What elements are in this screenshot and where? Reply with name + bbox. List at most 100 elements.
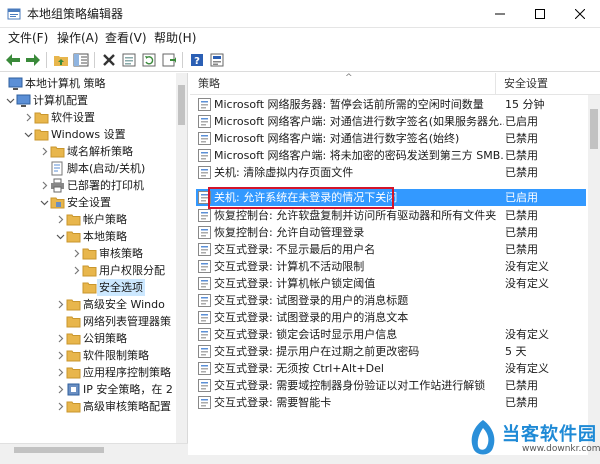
table-row[interactable]: 恢复控制台: 允许自动管理登录 已禁用 [196,224,586,241]
policy-setting-icon [198,362,211,375]
title-bar: 本地组策略编辑器 [0,0,600,28]
policy-value: 已禁用 [505,379,538,392]
maximize-button[interactable] [520,0,560,28]
column-header-policy[interactable]: 策略 [198,77,220,91]
table-row[interactable]: 交互式登录: 需要智能卡 已禁用 [196,394,586,411]
chevron-right-icon[interactable] [40,147,49,156]
menu-action[interactable]: 操作(A) [57,30,99,46]
policy-setting-icon [198,209,211,222]
delete-icon [103,54,115,66]
delete-button[interactable] [100,51,118,69]
tree-node-label: 高级审核策略配置 [83,400,171,413]
table-row[interactable]: 恢复控制台: 允许软盘复制并访问所有驱动器和所有文件夹 已禁用 [196,207,586,224]
folder-icon [66,367,81,379]
app-icon [7,8,21,20]
up-folder-button[interactable] [52,51,70,69]
policy-value: 没有定义 [505,362,549,375]
tree-vertical-scrollbar[interactable] [176,73,187,443]
table-row[interactable]: Microsoft 网络客户端: 对通信进行数字签名(始终) 已禁用 [196,130,586,147]
policy-name: 交互式登录: 需要智能卡 [214,396,332,409]
minimize-icon [495,13,505,15]
policy-setting-icon [198,277,211,290]
table-row[interactable]: 交互式登录: 提示用户在过期之前更改密码 5 天 [196,343,586,360]
chevron-right-icon[interactable] [56,402,65,411]
policy-setting-icon [198,98,211,111]
chevron-right-icon[interactable] [40,181,49,190]
column-divider[interactable] [495,73,496,95]
table-row[interactable]: 交互式登录: 无须按 Ctrl+Alt+Del 没有定义 [196,360,586,377]
show-hide-tree-button[interactable] [72,51,90,69]
table-row[interactable]: Microsoft 网络服务器: 暂停会话前所需的空闲时间数量 15 分钟 [196,96,586,113]
policy-value: 已禁用 [505,243,538,256]
properties-button[interactable] [120,51,138,69]
ip-security-icon [67,383,80,396]
tree-horizontal-scrollbar[interactable] [0,443,188,455]
chevron-down-icon[interactable] [40,198,49,207]
refresh-button[interactable] [140,51,158,69]
policy-list: 策略 ^ 安全设置 Microsoft 网络服务器: 暂停会话前所需的空闲时间数… [190,73,600,455]
menu-view[interactable]: 查看(V) [105,30,147,46]
up-folder-icon [54,56,68,66]
list-vertical-scrollbar[interactable] [588,95,600,455]
folder-icon [34,112,49,124]
folder-icon [66,401,81,413]
chevron-right-icon[interactable] [56,368,65,377]
table-row[interactable]: 交互式登录: 计算机不活动限制 没有定义 [196,258,586,275]
table-row[interactable]: 交互式登录: 计算机帐户锁定阈值 没有定义 [196,275,586,292]
table-row[interactable]: 交互式登录: 试图登录的用户的消息标题 [196,292,586,309]
scroll-thumb[interactable] [590,109,598,149]
close-icon [575,9,585,19]
chevron-right-icon[interactable] [24,113,33,122]
chevron-right-icon[interactable] [56,334,65,343]
chevron-right-icon[interactable] [56,215,65,224]
policy-setting-icon [198,396,211,409]
view-icon [210,53,224,67]
back-button[interactable] [4,51,22,69]
scroll-thumb[interactable] [14,447,104,453]
chevron-right-icon[interactable] [72,249,81,258]
watermark-text: 当客软件园 [502,424,597,445]
tree-node-label: Windows 设置 [51,128,126,141]
tree-node-label: 安全设置 [67,196,111,209]
table-row[interactable]: Microsoft 网络客户端: 对通信进行数字签名(如果服务器允... 已启用 [196,113,586,130]
column-header-setting[interactable]: 安全设置 [504,77,548,91]
table-row[interactable]: 交互式登录: 锁定会话时显示用户信息 没有定义 [196,326,586,343]
chevron-right-icon[interactable] [56,300,65,309]
view-button[interactable] [208,51,226,69]
menu-file[interactable]: 文件(F) [8,30,48,46]
table-row[interactable]: 关机: 清除虚拟内存页面文件 已禁用 [196,164,586,181]
folder-icon [66,299,81,311]
policy-setting-icon [198,345,211,358]
minimize-button[interactable] [480,0,520,28]
export-list-button[interactable] [160,51,178,69]
policy-name: 交互式登录: 试图登录的用户的消息文本 [214,311,409,324]
chevron-down-icon[interactable] [6,96,15,105]
scroll-thumb[interactable] [178,85,185,125]
policy-setting-icon [198,294,211,307]
tree-pane: 本地计算机 策略 计算机配置 软件设置 Windows 设置 域名解析策略 脚本… [0,73,188,443]
table-row[interactable]: 交互式登录: 试图登录的用户的消息文本 [196,309,586,326]
table-row[interactable]: 交互式登录: 不显示最后的用户名 已禁用 [196,241,586,258]
table-row[interactable]: 交互式登录: 需要域控制器身份验证以对工作站进行解锁 已禁用 [196,377,586,394]
tree-node-label: 安全选项 [97,279,145,296]
help-button[interactable]: ? [188,51,206,69]
chevron-down-icon[interactable] [24,130,33,139]
forward-button[interactable] [24,51,42,69]
policy-name: Microsoft 网络客户端: 对通信进行数字签名(如果服务器允... [214,115,504,128]
tree-node-label: 已部署的打印机 [67,179,144,192]
policy-setting-icon [198,149,211,162]
sort-ascending-icon: ^ [345,73,353,83]
menu-help[interactable]: 帮助(H) [154,30,196,46]
table-row[interactable]: Microsoft 网络客户端: 将未加密的密码发送到第三方 SMB... 已禁… [196,147,586,164]
policy-setting-icon [198,132,211,145]
policy-setting-icon [198,166,211,179]
chevron-right-icon[interactable] [72,266,81,275]
close-button[interactable] [560,0,600,28]
policy-setting-icon [198,379,211,392]
chevron-down-icon[interactable] [56,232,65,241]
chevron-right-icon[interactable] [56,351,65,360]
chevron-right-icon[interactable] [56,385,65,394]
policy-setting-icon [198,226,211,239]
policy-value: 5 天 [505,345,527,358]
watermark-url: www.downkr.com [522,444,600,454]
